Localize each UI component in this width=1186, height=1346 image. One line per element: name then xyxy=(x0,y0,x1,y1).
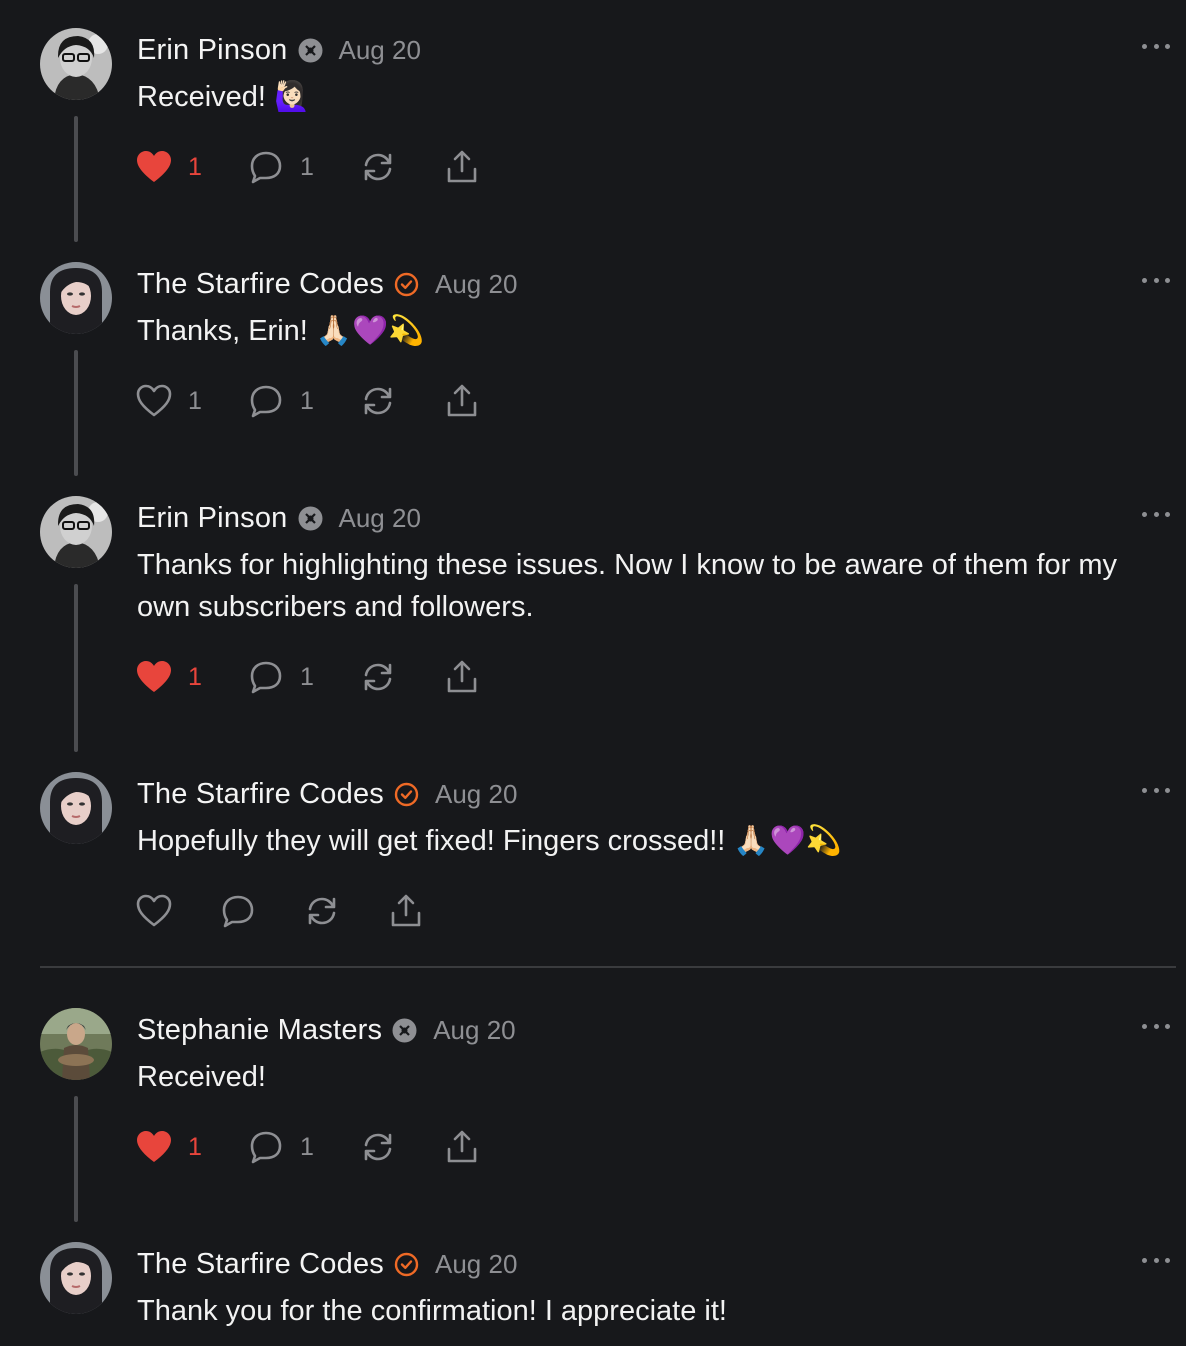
share-icon xyxy=(447,660,477,693)
more-options-icon[interactable] xyxy=(1142,270,1170,290)
heart-icon xyxy=(137,661,171,692)
author-name[interactable]: The Starfire Codes xyxy=(137,1248,384,1281)
avatar[interactable] xyxy=(40,772,112,844)
restack-icon xyxy=(364,663,392,691)
author-name[interactable]: Stephanie Masters xyxy=(137,1014,382,1047)
like-button[interactable]: 1 xyxy=(136,381,248,421)
comment-post: The Starfire Codes Aug 20 Hopefully they… xyxy=(0,772,1186,952)
verified-badge-icon xyxy=(394,782,419,807)
post-date[interactable]: Aug 20 xyxy=(339,35,421,66)
comment-icon xyxy=(250,1131,282,1164)
restack-icon xyxy=(364,153,392,181)
heart-icon xyxy=(136,894,172,927)
thread-divider xyxy=(40,966,1176,968)
like-button[interactable] xyxy=(136,891,220,931)
comment-icon xyxy=(250,151,282,184)
heart-icon xyxy=(136,384,172,417)
comment-icon xyxy=(250,385,282,418)
post-date[interactable]: Aug 20 xyxy=(435,269,517,300)
post-date[interactable]: Aug 20 xyxy=(435,1249,517,1280)
comment-text: Thanks, Erin! 🙏🏻💜💫 xyxy=(137,315,425,347)
comment-count: 1 xyxy=(300,662,314,691)
comment-post: The Starfire Codes Aug 20 Thanks, Erin! … xyxy=(0,262,1186,482)
comment-thread: Erin Pinson Aug 20 Received! 🙋🏻‍♀️ 1 1 xyxy=(0,0,1186,1346)
post-date[interactable]: Aug 20 xyxy=(433,1015,515,1046)
comment-icon xyxy=(222,895,254,928)
restack-icon xyxy=(364,1133,392,1161)
thread-line xyxy=(74,584,78,752)
comment-count: 1 xyxy=(300,152,314,181)
like-count: 1 xyxy=(188,152,202,181)
comment-button[interactable]: 1 xyxy=(248,147,360,187)
avatar[interactable] xyxy=(40,1008,112,1080)
share-button[interactable] xyxy=(444,1127,480,1167)
restack-icon xyxy=(364,387,392,415)
comment-button[interactable]: 1 xyxy=(248,657,360,697)
avatar[interactable] xyxy=(40,1242,112,1314)
avatar[interactable] xyxy=(40,262,112,334)
comment-text: Hopefully they will get fixed! Fingers c… xyxy=(137,825,842,857)
community-badge-icon xyxy=(392,1018,417,1043)
comment-post: The Starfire Codes Aug 20 Thank you for … xyxy=(0,1242,1186,1346)
more-options-icon[interactable] xyxy=(1142,1250,1170,1270)
author-name[interactable]: The Starfire Codes xyxy=(137,268,384,301)
more-options-icon[interactable] xyxy=(1142,1016,1170,1036)
like-button[interactable]: 1 xyxy=(136,1127,248,1167)
share-button[interactable] xyxy=(444,657,480,697)
comment-icon xyxy=(250,661,282,694)
comment-text: Thanks for highlighting these issues. No… xyxy=(137,549,1118,623)
post-date[interactable]: Aug 20 xyxy=(339,503,421,534)
comment-post: Erin Pinson Aug 20 Received! 🙋🏻‍♀️ 1 1 xyxy=(0,28,1186,248)
like-count: 1 xyxy=(188,386,202,415)
comment-post: Erin Pinson Aug 20 Thanks for highlighti… xyxy=(0,496,1186,758)
share-button[interactable] xyxy=(388,891,424,931)
comment-button[interactable]: 1 xyxy=(248,1127,360,1167)
verified-badge-icon xyxy=(394,1252,419,1277)
restack-button[interactable] xyxy=(360,1127,444,1167)
post-date[interactable]: Aug 20 xyxy=(435,779,517,810)
thread-line xyxy=(74,116,78,242)
community-badge-icon xyxy=(298,38,323,63)
verified-badge-icon xyxy=(394,272,419,297)
restack-button[interactable] xyxy=(360,381,444,421)
like-count: 1 xyxy=(188,1132,202,1161)
comment-text: Thank you for the confirmation! I apprec… xyxy=(137,1295,727,1327)
thread-line xyxy=(74,350,78,476)
comment-count: 1 xyxy=(300,1132,314,1161)
heart-icon xyxy=(137,1131,171,1162)
author-name[interactable]: Erin Pinson xyxy=(137,34,288,67)
more-options-icon[interactable] xyxy=(1142,780,1170,800)
restack-button[interactable] xyxy=(360,657,444,697)
comment-button[interactable]: 1 xyxy=(248,381,360,421)
comment-text: Received! xyxy=(137,1061,266,1093)
author-name[interactable]: Erin Pinson xyxy=(137,502,288,535)
comment-post: Stephanie Masters Aug 20 Received! 1 1 xyxy=(0,1008,1186,1228)
heart-icon xyxy=(137,151,171,182)
author-name[interactable]: The Starfire Codes xyxy=(137,778,384,811)
restack-button[interactable] xyxy=(360,147,444,187)
thread-line xyxy=(74,1096,78,1222)
more-options-icon[interactable] xyxy=(1142,36,1170,56)
like-count: 1 xyxy=(188,662,202,691)
comment-text: Received! 🙋🏻‍♀️ xyxy=(137,81,311,113)
avatar[interactable] xyxy=(40,496,112,568)
comment-count: 1 xyxy=(300,386,314,415)
share-button[interactable] xyxy=(444,381,480,421)
more-options-icon[interactable] xyxy=(1142,504,1170,524)
restack-icon xyxy=(308,897,336,925)
restack-button[interactable] xyxy=(304,891,388,931)
share-icon xyxy=(447,150,477,183)
like-button[interactable]: 1 xyxy=(136,147,248,187)
community-badge-icon xyxy=(298,506,323,531)
comment-button[interactable] xyxy=(220,891,304,931)
share-icon xyxy=(447,384,477,417)
avatar[interactable] xyxy=(40,28,112,100)
share-icon xyxy=(391,894,421,927)
share-icon xyxy=(447,1130,477,1163)
share-button[interactable] xyxy=(444,147,480,187)
like-button[interactable]: 1 xyxy=(136,657,248,697)
